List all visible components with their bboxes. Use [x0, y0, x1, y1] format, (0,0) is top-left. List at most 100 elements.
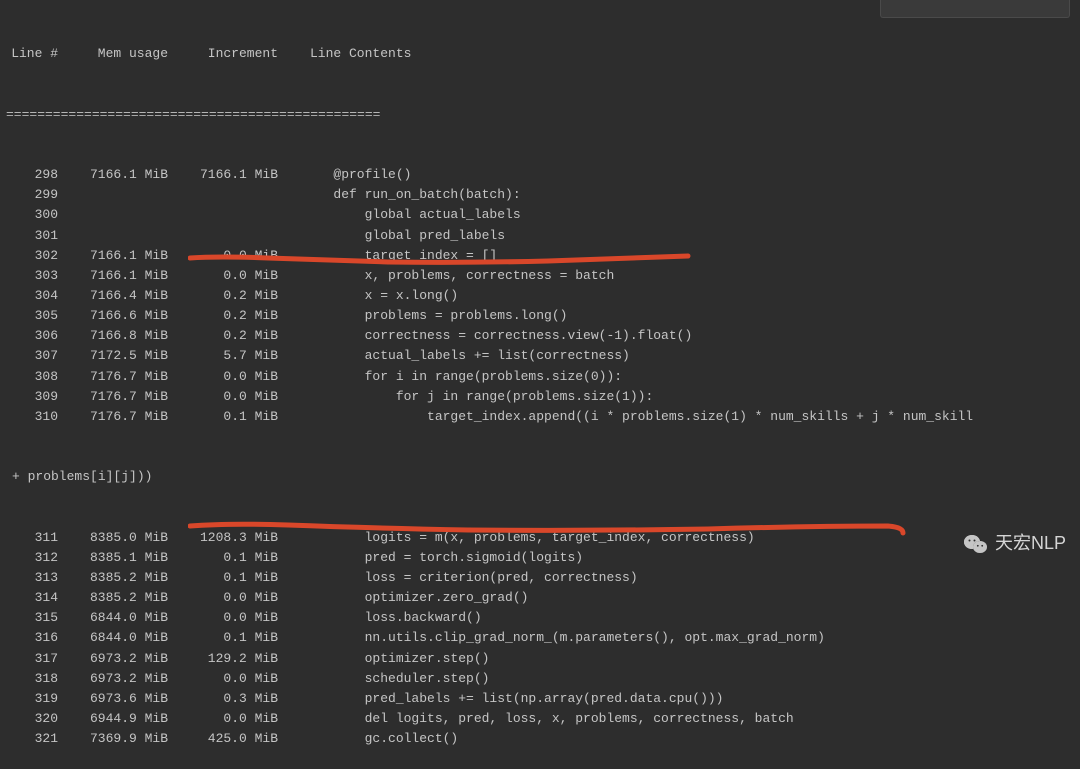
line-number: 312 — [6, 548, 66, 568]
profiler-row: 3148385.2 MiB0.0 MiB optimizer.zero_grad… — [6, 588, 1080, 608]
mem-usage: 6973.2 MiB — [66, 669, 176, 689]
line-number: 317 — [6, 649, 66, 669]
increment: 0.1 MiB — [176, 628, 286, 648]
line-content: del logits, pred, loss, x, problems, cor… — [286, 709, 1080, 729]
increment: 0.0 MiB — [176, 367, 286, 387]
line-content: optimizer.step() — [286, 649, 1080, 669]
profiler-row: 3118385.0 MiB1208.3 MiB logits = m(x, pr… — [6, 528, 1080, 548]
terminal-output: Line # Mem usage Increment Line Contents… — [0, 0, 1080, 769]
mem-usage: 7166.1 MiB — [66, 246, 176, 266]
mem-usage: 7172.5 MiB — [66, 346, 176, 366]
profiler-row: 3037166.1 MiB0.0 MiB x, problems, correc… — [6, 266, 1080, 286]
increment: 0.1 MiB — [176, 548, 286, 568]
increment: 5.7 MiB — [176, 346, 286, 366]
line-number: 311 — [6, 528, 66, 548]
mem-usage: 7369.9 MiB — [66, 729, 176, 749]
line-content: target_index.append((i * problems.size(1… — [286, 407, 1080, 427]
mem-usage: 7176.7 MiB — [66, 387, 176, 407]
line-number: 309 — [6, 387, 66, 407]
increment: 0.1 MiB — [176, 407, 286, 427]
line-number: 306 — [6, 326, 66, 346]
mem-usage: 7166.6 MiB — [66, 306, 176, 326]
mem-usage: 7176.7 MiB — [66, 407, 176, 427]
increment: 129.2 MiB — [176, 649, 286, 669]
line-content: loss = criterion(pred, correctness) — [286, 568, 1080, 588]
line-content: target_index = [] — [286, 246, 1080, 266]
increment: 0.0 MiB — [176, 669, 286, 689]
mem-usage: 7166.4 MiB — [66, 286, 176, 306]
profiler-row: 3027166.1 MiB0.0 MiB target_index = [] — [6, 246, 1080, 266]
watermark: 天宏NLP — [963, 530, 1066, 558]
line-number: 300 — [6, 205, 66, 225]
line-content: global pred_labels — [286, 226, 1080, 246]
profiler-row: 3206944.9 MiB0.0 MiB del logits, pred, l… — [6, 709, 1080, 729]
line-content: pred = torch.sigmoid(logits) — [286, 548, 1080, 568]
increment: 1208.3 MiB — [176, 528, 286, 548]
mem-usage — [66, 185, 176, 205]
line-number: 313 — [6, 568, 66, 588]
line-content: pred_labels += list(np.array(pred.data.c… — [286, 689, 1080, 709]
mem-usage: 7176.7 MiB — [66, 367, 176, 387]
line-content: optimizer.zero_grad() — [286, 588, 1080, 608]
line-content: for j in range(problems.size(1)): — [286, 387, 1080, 407]
profiler-row: 3128385.1 MiB0.1 MiB pred = torch.sigmoi… — [6, 548, 1080, 568]
line-number: 308 — [6, 367, 66, 387]
line-number: 298 — [6, 165, 66, 185]
line-content: for i in range(problems.size(0)): — [286, 367, 1080, 387]
profiler-row: 3156844.0 MiB0.0 MiB loss.backward() — [6, 608, 1080, 628]
line-number: 305 — [6, 306, 66, 326]
line-number: 316 — [6, 628, 66, 648]
mem-usage: 8385.2 MiB — [66, 588, 176, 608]
line-content: problems = problems.long() — [286, 306, 1080, 326]
increment: 0.2 MiB — [176, 286, 286, 306]
line-content: scheduler.step() — [286, 669, 1080, 689]
line-content: x, problems, correctness = batch — [286, 266, 1080, 286]
mem-usage: 8385.0 MiB — [66, 528, 176, 548]
profiler-row: 3176973.2 MiB129.2 MiB optimizer.step() — [6, 649, 1080, 669]
profiler-row: 3087176.7 MiB0.0 MiB for i in range(prob… — [6, 367, 1080, 387]
line-number: 307 — [6, 346, 66, 366]
mem-usage: 8385.2 MiB — [66, 568, 176, 588]
mem-usage: 8385.1 MiB — [66, 548, 176, 568]
line-number: 310 — [6, 407, 66, 427]
profiler-row: 301 global pred_labels — [6, 226, 1080, 246]
line-number: 315 — [6, 608, 66, 628]
line-number: 301 — [6, 226, 66, 246]
mem-usage: 6844.0 MiB — [66, 628, 176, 648]
profiler-row: 3138385.2 MiB0.1 MiB loss = criterion(pr… — [6, 568, 1080, 588]
line-content: actual_labels += list(correctness) — [286, 346, 1080, 366]
line-content: global actual_labels — [286, 205, 1080, 225]
increment — [176, 205, 286, 225]
search-box[interactable] — [880, 0, 1070, 18]
profiler-row: 3047166.4 MiB0.2 MiB x = x.long() — [6, 286, 1080, 306]
profiler-row: 3077172.5 MiB5.7 MiB actual_labels += li… — [6, 346, 1080, 366]
line-content: nn.utils.clip_grad_norm_(m.parameters(),… — [286, 628, 1080, 648]
increment: 0.0 MiB — [176, 266, 286, 286]
line-content: correctness = correctness.view(-1).float… — [286, 326, 1080, 346]
line-number: 321 — [6, 729, 66, 749]
line-content: def run_on_batch(batch): — [286, 185, 1080, 205]
increment: 7166.1 MiB — [176, 165, 286, 185]
line-number: 303 — [6, 266, 66, 286]
header-incr: Increment — [176, 44, 286, 64]
profiler-row: 299 def run_on_batch(batch): — [6, 185, 1080, 205]
line-number: 314 — [6, 588, 66, 608]
line-content: gc.collect() — [286, 729, 1080, 749]
line-number: 302 — [6, 246, 66, 266]
header-line: Line # — [6, 44, 66, 64]
line-number: 320 — [6, 709, 66, 729]
line-content: x = x.long() — [286, 286, 1080, 306]
increment: 0.2 MiB — [176, 326, 286, 346]
profiler-rows: 2987166.1 MiB7166.1 MiB @profile()299 de… — [6, 165, 1080, 427]
profiler-header: Line # Mem usage Increment Line Contents — [6, 44, 1080, 64]
increment: 0.0 MiB — [176, 608, 286, 628]
profiler-row: 300 global actual_labels — [6, 205, 1080, 225]
increment: 0.0 MiB — [176, 246, 286, 266]
profiler-row: 3097176.7 MiB0.0 MiB for j in range(prob… — [6, 387, 1080, 407]
mem-usage: 7166.1 MiB — [66, 165, 176, 185]
increment — [176, 185, 286, 205]
line-number: 304 — [6, 286, 66, 306]
mem-usage — [66, 205, 176, 225]
mem-usage: 6944.9 MiB — [66, 709, 176, 729]
line-number: 319 — [6, 689, 66, 709]
